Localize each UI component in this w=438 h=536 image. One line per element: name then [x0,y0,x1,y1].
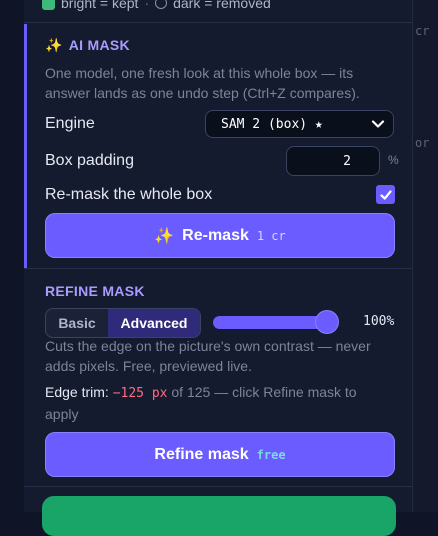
refine-mask-button[interactable]: Refine mask free [45,432,395,477]
divider [24,486,412,487]
mode-toggle: Basic Advanced [45,308,201,338]
sparkles-icon: ✨ [154,227,175,245]
box-padding-label: Box padding [45,152,134,169]
dark-swatch-icon [155,0,168,9]
remask-button[interactable]: ✨ Re-mask 1 cr [45,213,395,258]
legend-bright: bright = kept [61,0,139,11]
refine-description: Cuts the edge on the picture's own contr… [45,338,371,374]
edge-trim-label: Edge trim: [45,384,109,400]
box-padding-value: 2 [343,153,351,169]
remask-button-label: Re-mask [182,226,249,244]
remask-whole-box-checkbox[interactable] [376,185,395,204]
ai-mask-section: ✨ AI MASK One model, one fresh look at th… [24,24,412,268]
right-peek-top: cr [415,24,430,38]
mode-advanced-button[interactable]: Advanced [108,309,200,337]
refine-mask-title: REFINE MASK [45,283,145,299]
chevron-down-icon [371,120,385,128]
mode-basic-button[interactable]: Basic [46,309,108,337]
edge-trim-value: −125 px [112,386,168,401]
legend-separator: · [144,0,150,11]
edge-trim-line: Edge trim: −125 px of 125 — click Refine… [45,382,390,424]
right-peek-mid: or [415,136,430,150]
section-accent-bar [24,24,27,268]
ai-mask-description: One model, one fresh look at this whole … [45,65,360,101]
box-padding-input[interactable]: 2 [286,146,380,176]
engine-select-value: SAM 2 (box) ★ [221,116,323,132]
divider [24,22,412,23]
mask-legend: bright = kept · dark = removed [42,0,271,12]
legend-dark: dark = removed [173,0,271,11]
remask-cost-badge: 1 cr [256,228,286,243]
refine-slider-thumb[interactable] [316,311,338,333]
refine-mask-button-label: Refine mask [154,445,249,463]
bright-swatch-icon [42,0,55,10]
engine-select[interactable]: SAM 2 (box) ★ [205,110,394,138]
refine-mask-section: REFINE MASK Basic Advanced 100% Cuts the… [24,270,412,486]
remask-whole-box-label: Re-mask the whole box [45,186,213,203]
engine-label: Engine [45,115,95,132]
ai-mask-title-text: AI MASK [68,37,130,53]
box-padding-unit: % [388,153,399,167]
sparkles-icon: ✨ [45,37,63,53]
divider [24,268,412,269]
ai-mask-title: ✨ AI MASK [45,37,130,54]
right-pane: cr or [412,0,438,512]
refine-slider-value: 100% [363,314,395,329]
apply-button[interactable] [42,496,396,536]
checkmark-icon [379,189,392,200]
refine-cost-badge: free [256,447,286,462]
